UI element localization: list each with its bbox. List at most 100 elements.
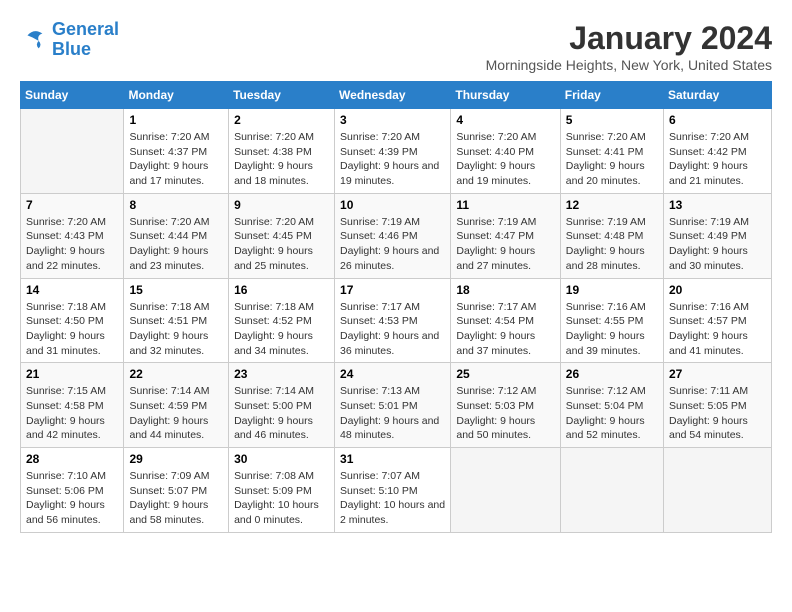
day-number: 17	[340, 283, 445, 297]
header-wednesday: Wednesday	[335, 82, 451, 109]
calendar-table: SundayMondayTuesdayWednesdayThursdayFrid…	[20, 81, 772, 533]
cell-content: Sunrise: 7:20 AM Sunset: 4:45 PM Dayligh…	[234, 215, 329, 274]
cell-content: Sunrise: 7:17 AM Sunset: 4:53 PM Dayligh…	[340, 300, 445, 359]
cell-content: Sunrise: 7:18 AM Sunset: 4:51 PM Dayligh…	[129, 300, 223, 359]
header-sunday: Sunday	[21, 82, 124, 109]
header-saturday: Saturday	[664, 82, 772, 109]
calendar-cell: 13 Sunrise: 7:19 AM Sunset: 4:49 PM Dayl…	[664, 193, 772, 278]
day-number: 8	[129, 198, 223, 212]
cell-content: Sunrise: 7:20 AM Sunset: 4:42 PM Dayligh…	[669, 130, 766, 189]
cell-content: Sunrise: 7:20 AM Sunset: 4:40 PM Dayligh…	[456, 130, 554, 189]
logo-bird-icon	[20, 26, 48, 54]
day-number: 28	[26, 452, 118, 466]
cell-content: Sunrise: 7:15 AM Sunset: 4:58 PM Dayligh…	[26, 384, 118, 443]
calendar-cell: 29 Sunrise: 7:09 AM Sunset: 5:07 PM Dayl…	[124, 448, 229, 533]
day-number: 26	[566, 367, 658, 381]
day-number: 31	[340, 452, 445, 466]
logo: General Blue	[20, 20, 119, 60]
calendar-cell: 1 Sunrise: 7:20 AM Sunset: 4:37 PM Dayli…	[124, 109, 229, 194]
calendar-cell: 31 Sunrise: 7:07 AM Sunset: 5:10 PM Dayl…	[335, 448, 451, 533]
header-friday: Friday	[560, 82, 663, 109]
header-monday: Monday	[124, 82, 229, 109]
day-number: 5	[566, 113, 658, 127]
calendar-cell: 15 Sunrise: 7:18 AM Sunset: 4:51 PM Dayl…	[124, 278, 229, 363]
calendar-cell: 6 Sunrise: 7:20 AM Sunset: 4:42 PM Dayli…	[664, 109, 772, 194]
day-number: 2	[234, 113, 329, 127]
cell-content: Sunrise: 7:09 AM Sunset: 5:07 PM Dayligh…	[129, 469, 223, 528]
cell-content: Sunrise: 7:19 AM Sunset: 4:46 PM Dayligh…	[340, 215, 445, 274]
day-number: 1	[129, 113, 223, 127]
day-number: 24	[340, 367, 445, 381]
calendar-cell	[21, 109, 124, 194]
day-number: 10	[340, 198, 445, 212]
calendar-cell: 3 Sunrise: 7:20 AM Sunset: 4:39 PM Dayli…	[335, 109, 451, 194]
calendar-cell: 21 Sunrise: 7:15 AM Sunset: 4:58 PM Dayl…	[21, 363, 124, 448]
title-section: January 2024 Morningside Heights, New Yo…	[486, 20, 772, 73]
cell-content: Sunrise: 7:20 AM Sunset: 4:43 PM Dayligh…	[26, 215, 118, 274]
cell-content: Sunrise: 7:20 AM Sunset: 4:38 PM Dayligh…	[234, 130, 329, 189]
day-number: 14	[26, 283, 118, 297]
calendar-cell: 8 Sunrise: 7:20 AM Sunset: 4:44 PM Dayli…	[124, 193, 229, 278]
calendar-cell: 9 Sunrise: 7:20 AM Sunset: 4:45 PM Dayli…	[229, 193, 335, 278]
header-tuesday: Tuesday	[229, 82, 335, 109]
day-number: 15	[129, 283, 223, 297]
calendar-cell: 25 Sunrise: 7:12 AM Sunset: 5:03 PM Dayl…	[451, 363, 560, 448]
day-number: 18	[456, 283, 554, 297]
calendar-cell: 27 Sunrise: 7:11 AM Sunset: 5:05 PM Dayl…	[664, 363, 772, 448]
calendar-cell	[560, 448, 663, 533]
calendar-cell: 22 Sunrise: 7:14 AM Sunset: 4:59 PM Dayl…	[124, 363, 229, 448]
cell-content: Sunrise: 7:14 AM Sunset: 4:59 PM Dayligh…	[129, 384, 223, 443]
calendar-cell: 23 Sunrise: 7:14 AM Sunset: 5:00 PM Dayl…	[229, 363, 335, 448]
calendar-cell: 19 Sunrise: 7:16 AM Sunset: 4:55 PM Dayl…	[560, 278, 663, 363]
page-header: General Blue January 2024 Morningside He…	[20, 20, 772, 73]
cell-content: Sunrise: 7:12 AM Sunset: 5:03 PM Dayligh…	[456, 384, 554, 443]
calendar-cell: 12 Sunrise: 7:19 AM Sunset: 4:48 PM Dayl…	[560, 193, 663, 278]
logo-line2: Blue	[52, 39, 91, 59]
cell-content: Sunrise: 7:20 AM Sunset: 4:41 PM Dayligh…	[566, 130, 658, 189]
cell-content: Sunrise: 7:16 AM Sunset: 4:57 PM Dayligh…	[669, 300, 766, 359]
cell-content: Sunrise: 7:17 AM Sunset: 4:54 PM Dayligh…	[456, 300, 554, 359]
header-thursday: Thursday	[451, 82, 560, 109]
calendar-body: 1 Sunrise: 7:20 AM Sunset: 4:37 PM Dayli…	[21, 109, 772, 533]
cell-content: Sunrise: 7:11 AM Sunset: 5:05 PM Dayligh…	[669, 384, 766, 443]
day-number: 11	[456, 198, 554, 212]
calendar-cell: 4 Sunrise: 7:20 AM Sunset: 4:40 PM Dayli…	[451, 109, 560, 194]
calendar-week-4: 21 Sunrise: 7:15 AM Sunset: 4:58 PM Dayl…	[21, 363, 772, 448]
location-subtitle: Morningside Heights, New York, United St…	[486, 57, 772, 73]
calendar-week-5: 28 Sunrise: 7:10 AM Sunset: 5:06 PM Dayl…	[21, 448, 772, 533]
calendar-cell: 24 Sunrise: 7:13 AM Sunset: 5:01 PM Dayl…	[335, 363, 451, 448]
cell-content: Sunrise: 7:14 AM Sunset: 5:00 PM Dayligh…	[234, 384, 329, 443]
cell-content: Sunrise: 7:19 AM Sunset: 4:48 PM Dayligh…	[566, 215, 658, 274]
month-title: January 2024	[486, 20, 772, 57]
day-number: 23	[234, 367, 329, 381]
calendar-cell: 26 Sunrise: 7:12 AM Sunset: 5:04 PM Dayl…	[560, 363, 663, 448]
cell-content: Sunrise: 7:18 AM Sunset: 4:52 PM Dayligh…	[234, 300, 329, 359]
calendar-cell	[664, 448, 772, 533]
cell-content: Sunrise: 7:18 AM Sunset: 4:50 PM Dayligh…	[26, 300, 118, 359]
day-number: 20	[669, 283, 766, 297]
calendar-cell: 20 Sunrise: 7:16 AM Sunset: 4:57 PM Dayl…	[664, 278, 772, 363]
cell-content: Sunrise: 7:20 AM Sunset: 4:44 PM Dayligh…	[129, 215, 223, 274]
calendar-cell	[451, 448, 560, 533]
calendar-cell: 2 Sunrise: 7:20 AM Sunset: 4:38 PM Dayli…	[229, 109, 335, 194]
day-number: 29	[129, 452, 223, 466]
calendar-cell: 16 Sunrise: 7:18 AM Sunset: 4:52 PM Dayl…	[229, 278, 335, 363]
calendar-cell: 5 Sunrise: 7:20 AM Sunset: 4:41 PM Dayli…	[560, 109, 663, 194]
day-number: 22	[129, 367, 223, 381]
cell-content: Sunrise: 7:13 AM Sunset: 5:01 PM Dayligh…	[340, 384, 445, 443]
day-number: 13	[669, 198, 766, 212]
day-number: 27	[669, 367, 766, 381]
calendar-week-1: 1 Sunrise: 7:20 AM Sunset: 4:37 PM Dayli…	[21, 109, 772, 194]
cell-content: Sunrise: 7:16 AM Sunset: 4:55 PM Dayligh…	[566, 300, 658, 359]
cell-content: Sunrise: 7:12 AM Sunset: 5:04 PM Dayligh…	[566, 384, 658, 443]
day-number: 7	[26, 198, 118, 212]
day-number: 4	[456, 113, 554, 127]
calendar-week-2: 7 Sunrise: 7:20 AM Sunset: 4:43 PM Dayli…	[21, 193, 772, 278]
logo-text: General Blue	[52, 20, 119, 60]
calendar-header-row: SundayMondayTuesdayWednesdayThursdayFrid…	[21, 82, 772, 109]
day-number: 16	[234, 283, 329, 297]
cell-content: Sunrise: 7:19 AM Sunset: 4:49 PM Dayligh…	[669, 215, 766, 274]
calendar-cell: 10 Sunrise: 7:19 AM Sunset: 4:46 PM Dayl…	[335, 193, 451, 278]
calendar-week-3: 14 Sunrise: 7:18 AM Sunset: 4:50 PM Dayl…	[21, 278, 772, 363]
calendar-cell: 11 Sunrise: 7:19 AM Sunset: 4:47 PM Dayl…	[451, 193, 560, 278]
